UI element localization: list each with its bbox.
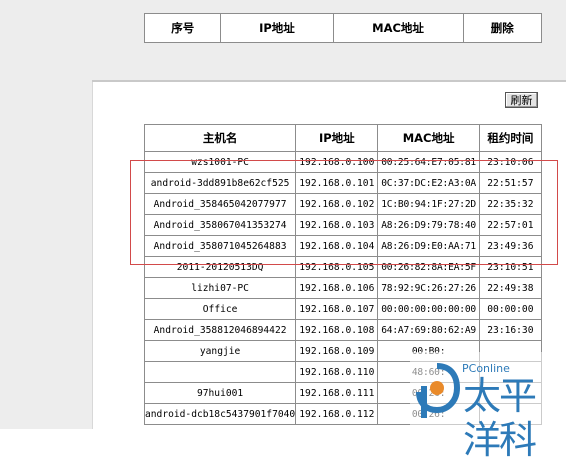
lease-cell: 22:35:32 [478, 193, 543, 215]
ip-cell: 192.168.0.104 [295, 235, 379, 257]
column-header-delete: 删除 [462, 13, 543, 43]
watermark-text: 太平洋科 [463, 374, 537, 462]
hostname-cell: yangjie [143, 340, 297, 362]
static-address-table: 序号 IP地址 MAC地址 删除 [143, 13, 543, 43]
pconline-logo-icon [416, 363, 461, 418]
ip-cell: 192.168.0.103 [295, 214, 379, 236]
hostname-cell: Android_358071045264883 [143, 235, 297, 257]
ip-cell: 192.168.0.105 [295, 256, 379, 278]
column-header-mac: MAC地址 [377, 124, 480, 152]
lease-cell: 22:49:38 [478, 277, 543, 299]
column-header-ip: IP地址 [220, 13, 334, 43]
table-row: 2011-20120513DQ 192.168.0.105 00:26:82:8A:… [143, 256, 543, 278]
static-address-header-row: 序号 IP地址 MAC地址 删除 [143, 13, 543, 43]
column-header-index: 序号 [143, 13, 222, 43]
table-row: Android_358465042077977 192.168.0.102 1C:B… [143, 193, 543, 215]
mac-cell: 1C:B0:94:1F:27:2D [377, 193, 480, 215]
table-row: Android_358812046894422 192.168.0.108 64:A… [143, 319, 543, 341]
hostname-cell: Android_358812046894422 [143, 319, 297, 341]
ip-cell: 192.168.0.110 [295, 361, 379, 383]
table-row: Android_358071045264883 192.168.0.104 A8:2… [143, 235, 543, 257]
mac-cell: A8:26:D9:79:78:40 [377, 214, 480, 236]
ip-cell: 192.168.0.109 [295, 340, 379, 362]
lease-cell: 22:57:01 [478, 214, 543, 236]
mac-cell: 64:A7:69:80:62:A9 [377, 319, 480, 341]
mac-cell: 0C:37:DC:E2:A3:0A [377, 172, 480, 194]
column-header-mac: MAC地址 [332, 13, 464, 43]
lease-cell: 23:10:06 [478, 151, 543, 173]
table-row: Office 192.168.0.107 00:00:00:00:00:00 00:0… [143, 298, 543, 320]
column-header-hostname: 主机名 [143, 124, 297, 152]
table-row: wzs1001-PC 192.168.0.100 00:25:64:E7:05:81… [143, 151, 543, 173]
dhcp-header-row: 主机名 IP地址 MAC地址 租约时间 [143, 124, 543, 152]
hostname-cell: android-3dd891b8e62cf525 [143, 172, 297, 194]
ip-cell: 192.168.0.102 [295, 193, 379, 215]
mac-cell: 00:25:64:E7:05:81 [377, 151, 480, 173]
column-header-ip: IP地址 [295, 124, 379, 152]
lease-cell: 22:51:57 [478, 172, 543, 194]
refresh-button[interactable]: 刷新 [505, 92, 538, 108]
left-sidebar [0, 0, 93, 429]
hostname-cell: Android_358067041353274 [143, 214, 297, 236]
hostname-cell: lizhi07-PC [143, 277, 297, 299]
hostname-cell: 97hui001 [143, 382, 297, 404]
ip-cell: 192.168.0.111 [295, 382, 379, 404]
hostname-cell: Android_358465042077977 [143, 193, 297, 215]
table-row: android-3dd891b8e62cf525 192.168.0.101 0C:… [143, 172, 543, 194]
lease-cell: 23:49:36 [478, 235, 543, 257]
lease-cell: 23:10:51 [478, 256, 543, 278]
ip-cell: 192.168.0.100 [295, 151, 379, 173]
hostname-cell: android-dcb18c5437901f7040 [143, 403, 297, 425]
ip-cell: 192.168.0.112 [295, 403, 379, 425]
table-row: Android_358067041353274 192.168.0.103 A8:2… [143, 214, 543, 236]
column-header-lease-time: 租约时间 [478, 124, 543, 152]
mac-cell: A8:26:D9:E0:AA:71 [377, 235, 480, 257]
hostname-cell: 2011-20120513DQ [143, 256, 297, 278]
lease-cell: 00:00:00 [478, 298, 543, 320]
ip-cell: 192.168.0.108 [295, 319, 379, 341]
mac-cell: 00:26:82:8A:EA:5F [377, 256, 480, 278]
mac-cell: 78:92:9C:26:27:26 [377, 277, 480, 299]
lease-cell: 23:16:30 [478, 319, 543, 341]
hostname-cell: Office [143, 298, 297, 320]
table-row: lizhi07-PC 192.168.0.106 78:92:9C:26:27:26… [143, 277, 543, 299]
section-divider [92, 80, 566, 82]
mac-cell: 00:00:00:00:00:00 [377, 298, 480, 320]
hostname-cell [143, 361, 297, 383]
hostname-cell: wzs1001-PC [143, 151, 297, 173]
ip-cell: 192.168.0.101 [295, 172, 379, 194]
ip-cell: 192.168.0.106 [295, 277, 379, 299]
ip-cell: 192.168.0.107 [295, 298, 379, 320]
